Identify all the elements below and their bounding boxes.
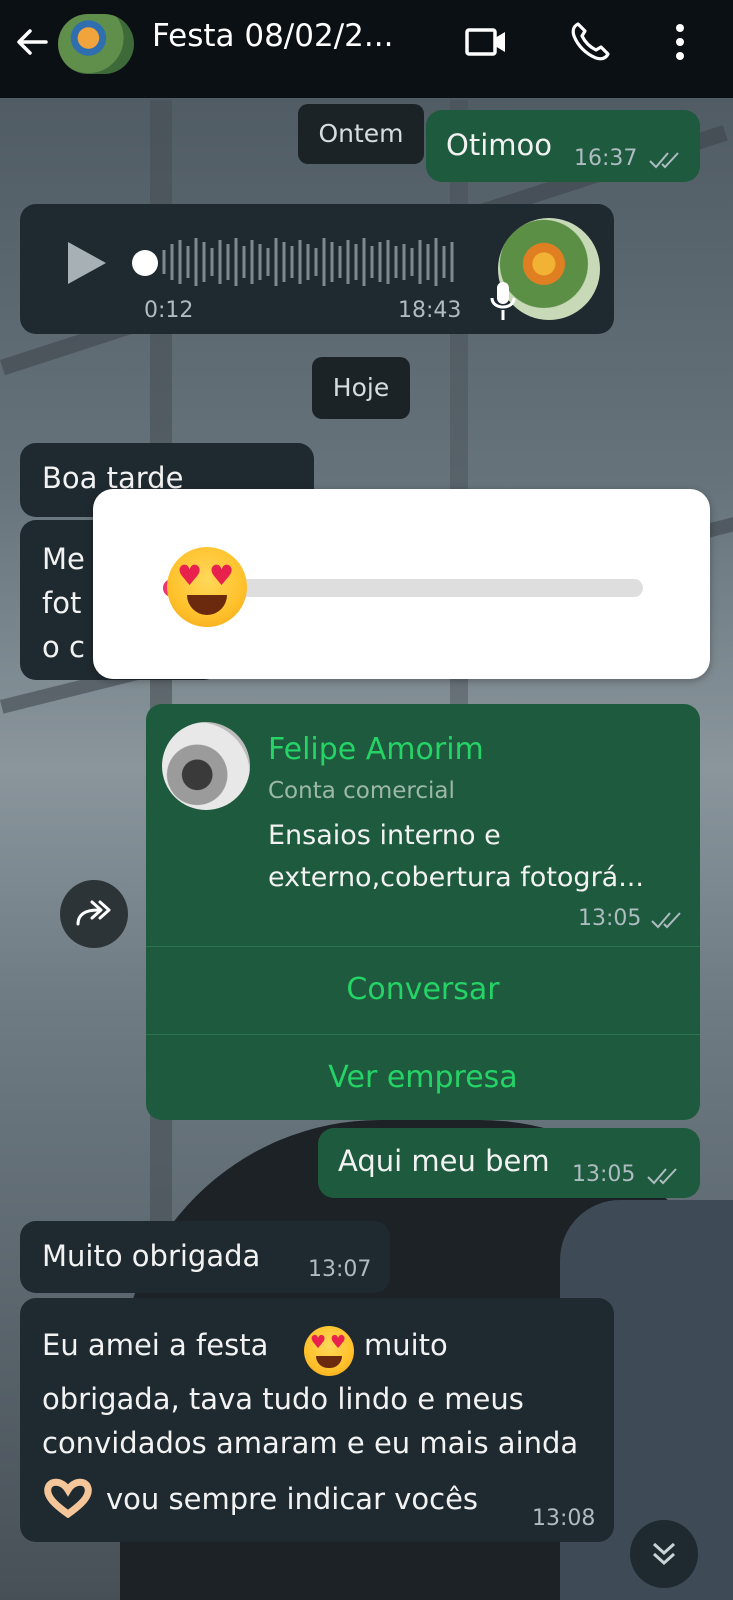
conversar-button[interactable]: Conversar xyxy=(146,972,700,1007)
message-time: 13:05 xyxy=(572,1162,636,1187)
double-check-icon xyxy=(651,912,681,929)
message-time: 18:43 xyxy=(398,298,462,323)
message-text: Me xyxy=(42,542,85,576)
contact-avatar xyxy=(162,722,250,810)
double-check-icon xyxy=(647,1168,677,1185)
audio-scrubber[interactable] xyxy=(132,250,158,276)
message-text: Aqui meu bem xyxy=(338,1144,550,1178)
message-text: o c xyxy=(42,630,85,664)
forward-icon xyxy=(76,900,111,926)
message-text: muito xyxy=(364,1328,448,1362)
reaction-slider-popup[interactable]: ♥ ♥ xyxy=(93,489,710,679)
message-muito-obrigada[interactable]: Muito obrigada 13:07 xyxy=(20,1221,390,1293)
message-text: Muito obrigada xyxy=(42,1239,261,1273)
message-text: Otimoo xyxy=(446,128,552,162)
video-camera-icon[interactable] xyxy=(462,18,510,66)
heart-eyes-emoji-icon[interactable]: ♥ ♥ xyxy=(167,547,247,627)
message-time: 13:05 xyxy=(578,906,642,931)
contact-description: Ensaios interno e xyxy=(268,820,501,851)
contact-name: Felipe Amorim xyxy=(268,732,484,767)
scroll-to-bottom-button[interactable] xyxy=(630,1520,698,1588)
divider xyxy=(146,946,700,947)
date-chip-today: Hoje xyxy=(312,357,410,419)
contact-description: externo,cobertura fotográ... xyxy=(268,862,644,893)
audio-waveform xyxy=(162,238,454,286)
phone-icon[interactable] xyxy=(566,18,614,66)
message-eu-amei[interactable]: Eu amei a festa ♥ ♥ muito obrigada, tava… xyxy=(20,1298,614,1542)
voice-message[interactable]: 0:12 18:43 xyxy=(20,204,614,334)
arrow-left-icon[interactable] xyxy=(10,20,54,64)
message-aqui-meu-bem[interactable]: Aqui meu bem 13:05 xyxy=(318,1128,700,1198)
message-time: 13:07 xyxy=(308,1257,372,1282)
audio-duration: 0:12 xyxy=(144,298,194,323)
chat-header: Festa 08/02/2... xyxy=(0,0,733,98)
message-time: 16:37 xyxy=(574,146,638,171)
message-text: convidados amaram e eu mais ainda xyxy=(42,1426,579,1460)
heart-eyes-emoji-icon: ♥ ♥ xyxy=(304,1326,354,1376)
more-vertical-icon[interactable] xyxy=(656,18,704,66)
ver-empresa-button[interactable]: Ver empresa xyxy=(146,1060,700,1095)
contact-subtitle: Conta comercial xyxy=(268,778,455,804)
date-chip-yesterday: Ontem xyxy=(298,104,424,164)
forward-button[interactable] xyxy=(60,880,128,948)
message-text: Eu amei a festa xyxy=(42,1328,269,1362)
heart-hands-emoji-icon xyxy=(42,1478,94,1519)
message-text: vou sempre indicar vocês xyxy=(106,1482,479,1516)
group-avatar[interactable] xyxy=(58,14,134,74)
message-otimoo[interactable]: Otimoo 16:37 xyxy=(426,110,700,182)
double-chevron-down-icon xyxy=(652,1542,676,1566)
business-contact-card[interactable]: Felipe Amorim Conta comercial Ensaios in… xyxy=(146,704,700,1120)
chat-title[interactable]: Festa 08/02/2... xyxy=(152,18,393,54)
message-text: fot xyxy=(42,586,82,620)
double-check-icon xyxy=(649,152,679,169)
message-time: 13:08 xyxy=(532,1506,596,1531)
divider xyxy=(146,1034,700,1035)
play-icon[interactable] xyxy=(64,238,110,288)
microphone-icon xyxy=(490,282,516,320)
message-text: obrigada, tava tudo lindo e meus xyxy=(42,1382,524,1416)
